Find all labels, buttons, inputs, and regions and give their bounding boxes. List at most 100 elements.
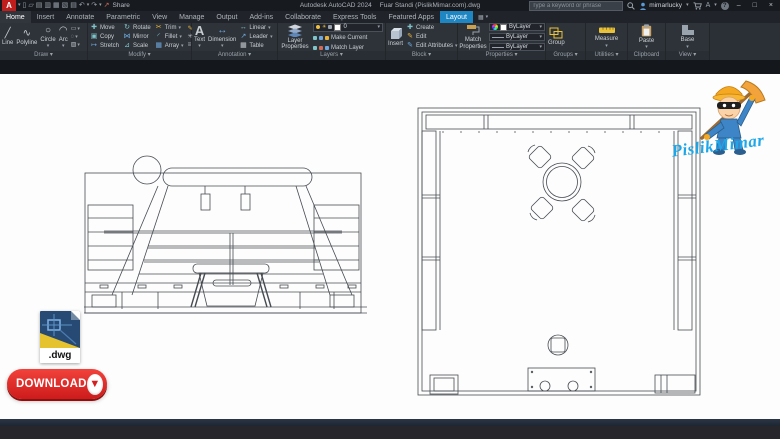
panel-title-annotation[interactable]: Annotation ▾ (192, 51, 277, 60)
color-caret-icon: ▾ (539, 25, 542, 30)
tab-collaborate[interactable]: Collaborate (279, 11, 327, 23)
create-block-tool[interactable]: ✚Create (406, 24, 458, 32)
share-button[interactable]: Share (113, 2, 130, 9)
print-icon[interactable]: ▤ (70, 0, 77, 11)
apps-caret-icon[interactable]: ▾ (714, 3, 717, 8)
search-box[interactable] (529, 1, 623, 11)
polyline-icon: ∿ (23, 28, 31, 39)
panel-title-groups[interactable]: Groups ▾ (546, 51, 585, 60)
autodesk-app-icon[interactable]: A (706, 0, 711, 11)
maximize-button[interactable]: □ (749, 0, 761, 11)
polyline-tool[interactable]: ∿ Polyline (16, 28, 37, 47)
lineweight-caret-icon: ▾ (539, 35, 542, 40)
search-icon[interactable] (627, 2, 635, 10)
line-tool[interactable]: ╱ Line (2, 28, 13, 47)
dwg-file-icon: .dwg (40, 311, 80, 363)
color-dropdown[interactable]: ByLayer ▾ (489, 23, 545, 31)
tab-featured-apps[interactable]: Featured Apps (382, 11, 440, 23)
help-icon[interactable]: ? (721, 2, 729, 10)
arc-tool[interactable]: ◠ Arc ▾ (59, 25, 68, 50)
move-label: Move (100, 24, 115, 32)
tab-layout[interactable]: Layout (440, 11, 473, 23)
leader-tool[interactable]: ↗Leader▾ (239, 33, 272, 41)
group-tool[interactable]: Group (548, 27, 565, 47)
circle-tool[interactable]: ○ Circle ▾ (40, 25, 55, 50)
tab-home[interactable]: Home (0, 11, 31, 23)
linear-tool[interactable]: ↔Linear▾ (239, 24, 272, 32)
color-value: ByLayer (509, 24, 531, 30)
edit-block-tool[interactable]: ✎Edit (406, 33, 458, 41)
panel-title-block[interactable]: Block ▾ (386, 51, 457, 60)
linetype-dropdown[interactable]: ByLayer ▾ (489, 43, 545, 51)
open-file-icon[interactable]: ▱ (28, 0, 33, 11)
plot-icon[interactable]: ▦ (53, 0, 60, 11)
layer-dropdown[interactable]: ☀ 0 ▾ (313, 23, 383, 32)
stretch-tool[interactable]: ↦Stretch (90, 42, 119, 50)
tab-annotate[interactable]: Annotate (60, 11, 100, 23)
tab-manage[interactable]: Manage (173, 11, 210, 23)
mirror-tool[interactable]: ⋈Mirror (123, 33, 151, 41)
autocad-menu-button[interactable]: A (2, 0, 16, 11)
minimize-button[interactable]: – (733, 0, 745, 11)
account-button[interactable]: mimarlucky (639, 2, 682, 10)
sheet-set-icon[interactable]: ▧ (62, 0, 69, 11)
panel-title-modify[interactable]: Modify ▾ (88, 51, 191, 60)
save-as-icon[interactable]: ▥ (44, 0, 51, 11)
tab-insert[interactable]: Insert (31, 11, 61, 23)
make-current-tool[interactable]: Make Current (313, 34, 383, 42)
move-tool[interactable]: ✚Move (90, 24, 119, 32)
tab-add-ins[interactable]: Add-ins (243, 11, 279, 23)
account-caret-icon[interactable]: ▾ (686, 3, 689, 8)
tab-parametric[interactable]: Parametric (100, 11, 146, 23)
match-properties-tool[interactable]: Match Properties (460, 24, 486, 50)
layer-properties-label: Layer Properties (280, 38, 310, 51)
lineweight-dropdown[interactable]: ByLayer ▾ (489, 33, 545, 41)
app-store-cart-icon[interactable] (693, 2, 702, 10)
undo-caret-icon[interactable]: ▾ (87, 3, 90, 8)
trim-tool[interactable]: ✂Trim▾ (155, 24, 184, 32)
insert-block-tool[interactable]: Insert (388, 27, 403, 48)
edit-attributes-tool[interactable]: ✎Edit Attributes▾ (406, 42, 458, 50)
ribbon-display-toggle[interactable]: ▦ ▾ (473, 11, 493, 23)
fillet-tool[interactable]: ◜Fillet▾ (155, 33, 184, 41)
layer-properties-tool[interactable]: Layer Properties (280, 24, 310, 51)
rectangle-tool[interactable]: ▭▾ (71, 26, 80, 33)
color-wheel-icon (492, 24, 498, 30)
paste-tool[interactable]: Paste ▾ (639, 24, 654, 51)
tab-express-tools[interactable]: Express Tools (327, 11, 382, 23)
array-tool[interactable]: ▦Array▾ (155, 42, 184, 50)
panel-title-clipboard[interactable]: Clipboard (628, 51, 665, 60)
measure-tool[interactable]: Measure ▾ (595, 25, 618, 49)
rotate-label: Rotate (133, 24, 151, 32)
qat-caret-icon[interactable]: ▾ (99, 3, 102, 8)
dimension-tool[interactable]: ↔ Dimension ▾ (208, 25, 236, 50)
insert-block-icon (389, 27, 403, 40)
copy-tool[interactable]: ▣Copy (90, 33, 119, 41)
share-icon[interactable]: ↗ (104, 0, 110, 11)
table-tool[interactable]: ▦Table (239, 42, 272, 50)
new-file-icon[interactable]: ▯ (23, 0, 27, 11)
download-button[interactable]: DOWNLOAD ▼ (7, 369, 107, 399)
panel-title-view[interactable]: View ▾ (666, 51, 709, 60)
insert-label: Insert (388, 41, 403, 48)
panel-title-utilities[interactable]: Utilities ▾ (586, 51, 627, 60)
panel-title-layers[interactable]: Layers ▾ (278, 51, 385, 60)
redo-icon[interactable]: ↷ (91, 0, 97, 11)
tab-view[interactable]: View (146, 11, 173, 23)
panel-block: Insert ✚Create ✎Edit ✎Edit Attributes▾ B… (386, 23, 458, 60)
app-menu-caret-icon[interactable]: ▾ (18, 3, 21, 8)
undo-icon[interactable]: ↶ (79, 0, 85, 11)
rotate-tool[interactable]: ↻Rotate (123, 24, 151, 32)
drawing-canvas[interactable]: PislikMimar .dwg DOWNLOAD ▼ (0, 74, 780, 419)
search-input[interactable] (530, 3, 622, 9)
panel-title-properties[interactable]: Properties ▾ (458, 51, 545, 60)
ellipse-tool[interactable]: ◌▾ (71, 34, 80, 41)
panel-title-draw[interactable]: Draw ▾ (0, 51, 87, 60)
hatch-tool[interactable]: ▨▾ (71, 42, 80, 49)
close-button[interactable]: × (765, 0, 777, 11)
base-view-tool[interactable]: Base ▾ (681, 24, 695, 50)
text-tool[interactable]: A Text ▾ (194, 25, 205, 50)
tab-output[interactable]: Output (210, 11, 243, 23)
save-icon[interactable]: ▤ (36, 0, 43, 11)
scale-tool[interactable]: ⊿Scale (123, 42, 151, 50)
